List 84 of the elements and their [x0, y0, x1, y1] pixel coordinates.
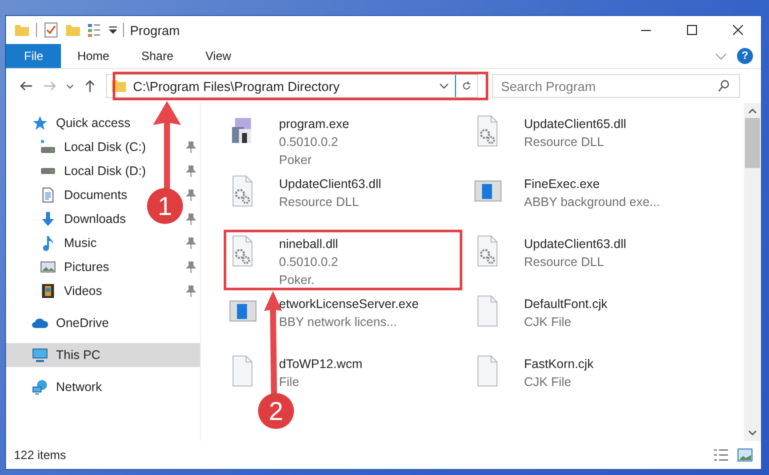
sidebar-item[interactable]: Local Disk (D:): [40, 160, 148, 182]
file-name[interactable]: program.exe: [279, 115, 350, 133]
chevron-down-icon: [66, 84, 74, 88]
pin-icon[interactable]: [186, 165, 196, 177]
dropdown-icon: [109, 26, 117, 34]
file-name[interactable]: UpdateClient63.dll: [524, 235, 626, 253]
file-detail: Poker.: [279, 272, 316, 289]
sidebar-item[interactable]: Music: [40, 232, 99, 254]
expand-ribbon-icon: [715, 52, 727, 60]
file-name[interactable]: FineExec.exe: [524, 175, 660, 193]
sidebar-item[interactable]: Pictures: [40, 256, 112, 278]
file-name[interactable]: UpdateClient63.dll: [279, 175, 382, 193]
sidebar-item[interactable]: Documents: [40, 184, 130, 206]
step-badge: 1: [147, 188, 183, 224]
close-icon: [733, 25, 743, 35]
file-detail: 0.5010.0.2: [279, 134, 340, 151]
ribbon-tab[interactable]: File: [6, 44, 62, 68]
monitor-icon: [32, 347, 48, 363]
search-field[interactable]: Search Program: [492, 74, 740, 98]
file-detail: Poker: [279, 152, 313, 169]
pin-icon[interactable]: [186, 189, 196, 201]
sidebar-item[interactable]: This PC: [6, 343, 200, 367]
pin-icon[interactable]: [186, 261, 196, 273]
refresh-icon: [462, 80, 471, 92]
picture-icon: [40, 259, 56, 275]
sidebar-item[interactable]: Videos: [40, 280, 104, 302]
folder-icon: [14, 22, 30, 38]
search-icon: [717, 79, 731, 93]
properties-icon: [43, 22, 59, 38]
details-view-button[interactable]: [713, 447, 729, 463]
address-bar[interactable]: C:\Program Files\Program Directory: [106, 74, 478, 98]
scroll-thumb[interactable]: [745, 118, 760, 168]
address-path: C:\Program Files\Program Directory: [133, 78, 341, 94]
large-icons-view-icon: [737, 447, 753, 463]
file-detail: File: [279, 374, 300, 391]
star-icon: [32, 115, 48, 131]
pin-icon[interactable]: [186, 141, 196, 153]
pin-icon[interactable]: [186, 237, 196, 249]
window-title: Program: [130, 22, 180, 38]
drive-icon: [40, 139, 56, 155]
step-badge: 2: [258, 393, 294, 429]
ribbon-tab[interactable]: Home: [61, 44, 126, 68]
file-name[interactable]: etworkLicenseServer.exe: [279, 295, 419, 313]
file-detail: Resource DLL: [524, 134, 605, 151]
file-name[interactable]: FastKorn.cjk: [524, 355, 594, 373]
folder-icon: [65, 22, 81, 38]
sidebar-item[interactable]: Downloads: [40, 208, 128, 230]
maximize-icon: [687, 25, 697, 35]
film-icon: [40, 283, 56, 299]
file-detail: CJK File: [524, 314, 572, 331]
sidebar-item[interactable]: Quick access: [6, 111, 200, 135]
tiles-view-button[interactable]: [737, 447, 753, 463]
sidebar-item[interactable]: OneDrive: [6, 311, 200, 335]
sidebar-item[interactable]: Network: [6, 375, 200, 399]
down-arrow-icon: [40, 211, 56, 227]
file-name[interactable]: dToWP12.wcm: [279, 355, 362, 373]
document-icon: [40, 187, 56, 203]
file-detail: BBY network licens...: [279, 314, 398, 331]
file-name[interactable]: DefaultFont.cjk: [524, 295, 608, 313]
network-icon: [32, 379, 48, 395]
scrollbar[interactable]: [744, 103, 761, 441]
ribbon-tab[interactable]: Share: [125, 44, 190, 68]
view-list-icon: [87, 22, 103, 38]
chevron-down-icon: [439, 83, 449, 89]
details-view-icon: [713, 447, 729, 463]
folder-icon: [111, 78, 127, 94]
file-name[interactable]: UpdateClient65.dll: [524, 115, 626, 133]
pin-icon[interactable]: [186, 285, 196, 297]
ribbon-tab[interactable]: View: [189, 44, 248, 68]
file-detail: Resource DLL: [524, 254, 605, 271]
pin-icon[interactable]: [186, 213, 196, 225]
help-button[interactable]: ?: [737, 48, 753, 64]
file-detail: Resource DLL: [279, 194, 360, 211]
file-detail: ABBY background exe...: [524, 194, 660, 211]
file-detail: 0.5010.0.2: [279, 254, 338, 271]
scroll-up-icon: [748, 107, 757, 116]
scroll-down-icon: [748, 428, 757, 437]
drive-icon: [40, 167, 56, 175]
file-name[interactable]: nineball.dll: [279, 235, 338, 253]
recent-locations-button[interactable]: [66, 84, 74, 88]
music-note-icon: [40, 235, 56, 251]
sidebar-item[interactable]: Local Disk (C:): [40, 136, 148, 158]
item-count: 122 items: [14, 448, 66, 462]
file-detail: CJK File: [524, 374, 572, 391]
